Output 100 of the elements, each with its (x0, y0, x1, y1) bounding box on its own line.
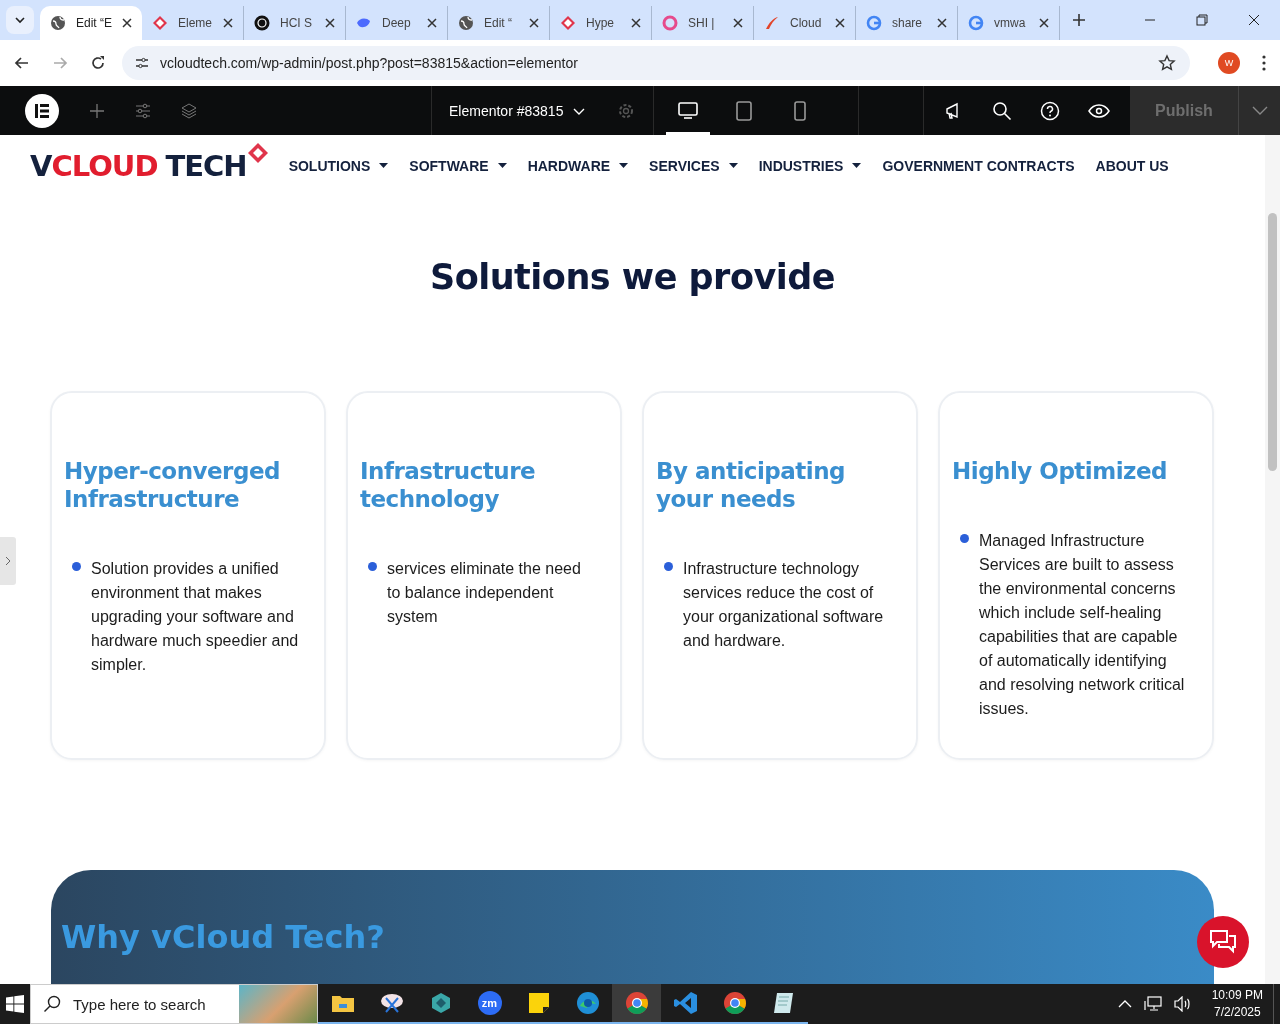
back-icon[interactable] (14, 55, 30, 71)
taskbar-search-field[interactable]: Type here to search (30, 984, 318, 1024)
close-icon[interactable] (529, 18, 539, 28)
tab-title: Edit “E (76, 16, 112, 30)
nav-link[interactable]: ABOUT US (1095, 158, 1169, 174)
browser-tab[interactable]: Edit “E (40, 6, 142, 40)
favicon-icon (560, 15, 576, 31)
tab-title: vmwa (994, 16, 1027, 30)
bullet-icon (960, 534, 969, 543)
banner-heading: Why vCloud Tech? (61, 918, 386, 956)
taskbar-app[interactable] (612, 984, 661, 1024)
card-text: Solution provides a unified environment that makes upgrading your software and hardware much speedier and simpler. (91, 559, 300, 675)
caret-down-icon (728, 163, 738, 169)
nav-link[interactable]: SOLUTIONS (288, 158, 389, 174)
zoom-app-icon: zm (477, 991, 502, 1015)
close-icon[interactable] (325, 18, 335, 28)
nav-link[interactable]: SOFTWARE (409, 158, 507, 174)
nav-link[interactable]: GOVERNMENT CONTRACTS (882, 158, 1075, 174)
bullet-icon (72, 562, 81, 571)
layers-icon[interactable] (181, 102, 197, 119)
search-icon[interactable] (992, 100, 1012, 121)
bullet-icon (368, 562, 377, 571)
chrome-browser-icon (624, 991, 649, 1015)
bullet-icon (664, 562, 673, 571)
caret-down-icon (619, 163, 629, 169)
close-icon[interactable] (427, 18, 437, 28)
chrome-browser-icon (722, 991, 747, 1015)
code-editor-icon (673, 991, 698, 1015)
chevron-down-icon (1251, 105, 1268, 116)
tab-title: share (892, 16, 924, 30)
site-logo[interactable]: VCLOUD TECH (30, 146, 269, 186)
restore-icon[interactable] (1196, 14, 1208, 26)
chevron-right-icon (5, 556, 11, 566)
network-icon[interactable] (1143, 996, 1162, 1012)
sliders-icon[interactable] (135, 102, 151, 119)
sticky-note-icon (527, 992, 550, 1014)
profile-avatar[interactable]: W (1218, 52, 1240, 74)
chevron-down-icon (14, 14, 26, 26)
url-text: vcloudtech.com/wp-admin/post.php?post=83815&action=elementor (160, 55, 578, 71)
taskbar-app[interactable]: zm (465, 984, 514, 1024)
notepad-icon (771, 992, 796, 1014)
search-icon (43, 995, 61, 1013)
tab-title: SHI | (688, 16, 716, 30)
favicon-icon (254, 15, 270, 31)
card-title: By anticipating your needs (656, 457, 847, 513)
new-tab-icon[interactable] (1072, 13, 1086, 27)
favicon-icon (458, 15, 474, 31)
reload-icon[interactable] (90, 55, 106, 71)
close-icon[interactable] (937, 18, 947, 28)
star-icon[interactable] (1158, 54, 1176, 72)
scrollbar[interactable] (1265, 135, 1280, 984)
card-title: Highly Optimized (952, 457, 1169, 485)
favicon-icon (662, 15, 678, 31)
elementor-logo-icon[interactable] (25, 93, 59, 128)
nav-link[interactable]: INDUSTRIES (758, 158, 862, 174)
tab-search-button[interactable] (6, 6, 34, 34)
favicon-icon (152, 15, 168, 31)
caret-down-icon (379, 163, 389, 169)
favicon-icon (968, 15, 984, 31)
tab-title: Deep (382, 16, 412, 30)
clock[interactable]: 10:09 PM 7/2/2025 (1211, 987, 1263, 1021)
nav-link[interactable]: SERVICES (649, 158, 738, 174)
close-icon[interactable] (1248, 14, 1260, 26)
card-text: Managed Infrastructure Services are built to assess the environmental concerns which include self-healing capabilities that are capable of automatically identifying and resolving network critical issues. (979, 531, 1186, 719)
card-title: Infrastructure technology (360, 457, 537, 513)
chat-bubbles-icon (1209, 929, 1237, 955)
close-icon[interactable] (733, 18, 743, 28)
tab-title: Eleme (178, 16, 213, 30)
close-icon[interactable] (223, 18, 233, 28)
volume-icon[interactable] (1173, 996, 1192, 1012)
panel-toggle-button[interactable] (0, 537, 16, 585)
nav-link[interactable]: HARDWARE (527, 158, 629, 174)
card-text: Infrastructure technology services reduce the cost of your organizational software and hardware. (683, 559, 885, 651)
folder-icon (330, 993, 355, 1013)
edge-browser-icon (575, 991, 600, 1015)
close-icon[interactable] (122, 18, 132, 28)
favicon-icon (764, 15, 780, 31)
phone-icon (794, 100, 806, 121)
site-settings-icon[interactable] (134, 55, 150, 71)
menu-icon[interactable] (1262, 55, 1266, 71)
settings-icon[interactable] (617, 101, 636, 120)
close-icon[interactable] (835, 18, 845, 28)
caret-down-icon (852, 163, 862, 169)
chat-button[interactable] (1197, 916, 1249, 968)
favicon-icon (50, 15, 66, 31)
address-bar[interactable]: vcloudtech.com/wp-admin/post.php?post=83815&action=elementor (122, 46, 1190, 80)
tab-title: Hype (586, 16, 615, 30)
windows-start-icon[interactable] (6, 995, 24, 1013)
scissors-icon (379, 992, 404, 1014)
tab-title: HCI S (280, 16, 313, 30)
add-icon[interactable] (89, 102, 105, 119)
close-icon[interactable] (1039, 18, 1049, 28)
favicon-icon (866, 15, 882, 31)
help-icon[interactable] (1040, 100, 1060, 121)
caret-down-icon (497, 163, 507, 169)
desktop-icon (678, 101, 698, 120)
close-icon[interactable] (631, 18, 641, 28)
document-title[interactable]: Elementor #83815 (449, 102, 564, 119)
chevron-up-icon[interactable] (1117, 999, 1132, 1009)
section-heading: Solutions we provide (428, 257, 837, 297)
